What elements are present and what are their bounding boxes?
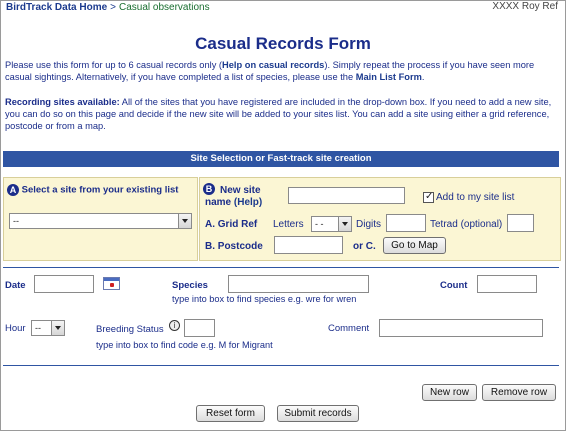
go-to-map-button[interactable]: Go to Map — [383, 237, 446, 254]
existing-site-heading: A Select a site from your existing list — [7, 184, 178, 196]
new-site-name-input[interactable] — [288, 187, 405, 204]
chevron-down-icon — [338, 217, 351, 231]
intro-text-3: . — [421, 72, 425, 82]
breeding-hint: type into box to find code e.g. M for Mi… — [96, 340, 273, 350]
hour-select-value: -- — [35, 323, 41, 333]
existing-site-select[interactable]: -- — [9, 213, 192, 229]
user-name: XXXX Roy Ref — [492, 1, 558, 12]
submit-records-button[interactable]: Submit records — [277, 405, 359, 422]
hour-label: Hour — [5, 323, 26, 334]
reset-form-button[interactable]: Reset form — [196, 405, 265, 422]
count-input[interactable] — [477, 275, 537, 293]
new-site-help-link[interactable]: (Help) — [234, 197, 262, 208]
breeding-status-label: Breeding Status — [96, 324, 164, 335]
species-label: Species — [172, 280, 208, 291]
letters-label: Letters — [273, 219, 304, 230]
chevron-down-icon — [51, 321, 64, 335]
divider-bottom — [3, 365, 559, 366]
tetrad-input[interactable] — [507, 214, 534, 232]
grid-letters-select[interactable]: - - — [311, 216, 352, 232]
option-b-badge: B — [203, 183, 215, 195]
sites-heading: Recording sites available: — [5, 97, 120, 107]
species-input[interactable] — [228, 275, 369, 293]
existing-site-select-value: -- — [13, 216, 19, 226]
option-b-badge-wrap: B — [203, 183, 215, 195]
breeding-status-input[interactable] — [184, 319, 215, 337]
site-selection-bar: Site Selection or Fast-track site creati… — [3, 151, 559, 167]
count-label: Count — [440, 280, 468, 291]
calendar-icon[interactable] — [103, 277, 120, 290]
hour-select[interactable]: -- — [31, 320, 65, 336]
new-site-label: New site — [220, 185, 261, 196]
remove-row-button[interactable]: Remove row — [482, 384, 556, 401]
page-title: Casual Records Form — [195, 34, 371, 53]
help-casual-records-link[interactable]: Help on casual records — [222, 60, 324, 70]
sites-paragraph: Recording sites available: All of the si… — [5, 96, 560, 132]
comment-input[interactable] — [379, 319, 543, 337]
species-hint: type into box to find species e.g. wre f… — [172, 294, 357, 304]
breadcrumb: BirdTrack Data Home > Casual observations — [6, 2, 210, 13]
date-label: Date — [5, 280, 26, 291]
postcode-label: B. Postcode — [205, 241, 263, 252]
chevron-down-icon — [178, 214, 191, 228]
or-c-label: or C. — [353, 241, 376, 252]
new-row-button[interactable]: New row — [422, 384, 477, 401]
main-list-form-link[interactable]: Main List Form — [356, 72, 422, 82]
postcode-input[interactable] — [274, 236, 343, 254]
new-site-label-row2: name (Help) — [205, 197, 262, 208]
intro-text-1: Please use this form for up to 6 casual … — [5, 60, 223, 70]
grid-digits-input[interactable] — [386, 214, 426, 232]
grid-letters-value: - - — [315, 219, 324, 229]
info-icon[interactable]: i — [169, 320, 180, 331]
comment-label: Comment — [328, 323, 370, 334]
breadcrumb-home-link[interactable]: BirdTrack Data Home — [6, 2, 107, 13]
add-to-site-list-label: Add to my site list — [436, 192, 515, 203]
date-input[interactable] — [34, 275, 94, 293]
divider-top — [3, 267, 559, 268]
breadcrumb-separator: > — [110, 2, 116, 13]
new-site-label-name: name — [205, 197, 232, 208]
intro-paragraph: Please use this form for up to 6 casual … — [5, 59, 560, 83]
grid-ref-label: A. Grid Ref — [205, 219, 258, 230]
existing-site-label: Select a site from your existing list — [21, 184, 179, 196]
option-a-badge: A — [7, 184, 19, 196]
add-to-site-list-checkbox[interactable] — [423, 191, 434, 203]
breadcrumb-current: Casual observations — [119, 2, 210, 13]
digits-label: Digits — [356, 219, 382, 230]
tetrad-label: Tetrad (optional) — [430, 219, 503, 230]
